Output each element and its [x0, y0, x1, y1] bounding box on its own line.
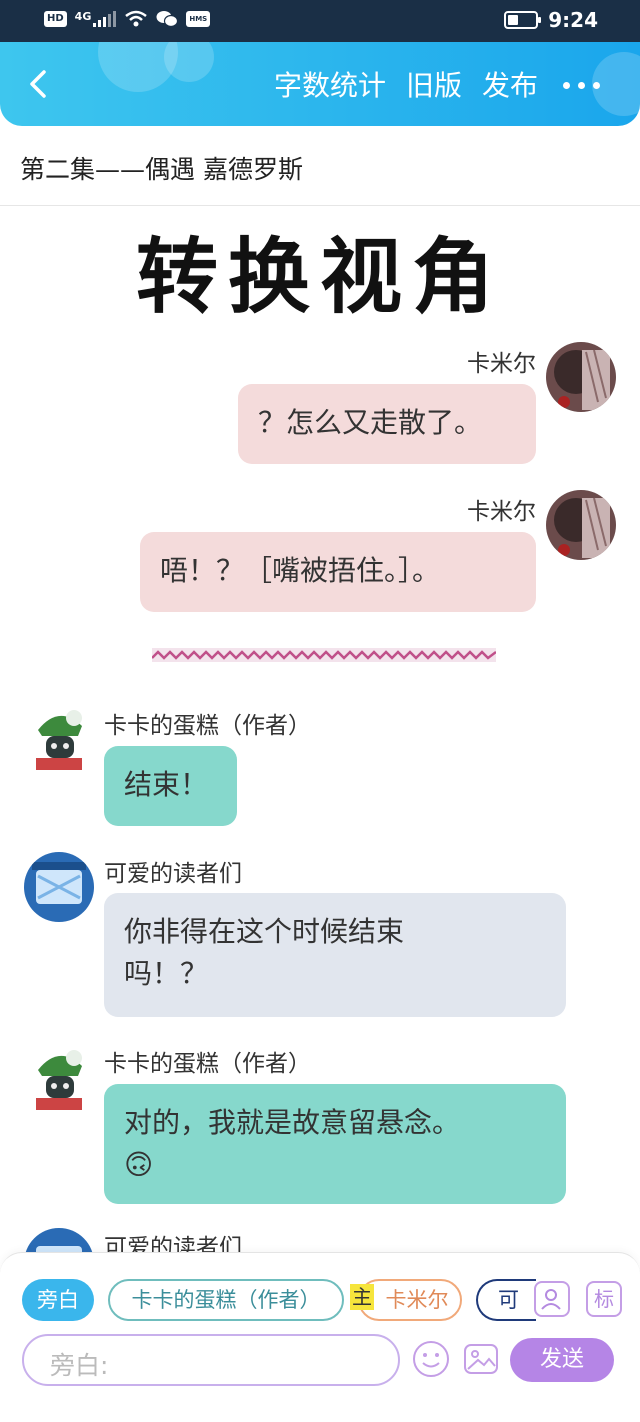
sender-name: 卡米尔 — [467, 499, 536, 525]
chapter-title: 第二集——偶遇 嘉德罗斯 — [20, 155, 303, 184]
emoji-icon[interactable] — [412, 1340, 450, 1378]
message-text: 结束！ — [124, 768, 209, 801]
wechat-icon — [156, 11, 179, 28]
sender-name: 可爱的读者们 — [104, 861, 242, 887]
more-icon[interactable] — [563, 82, 600, 89]
decorative-divider — [152, 648, 496, 662]
avatar[interactable] — [24, 1044, 94, 1114]
publish-button[interactable]: 发布 — [482, 64, 538, 104]
chapter-bar[interactable]: 第二集——偶遇 嘉德罗斯 — [0, 126, 640, 206]
message-text: ？怎么又走散了。 — [258, 406, 483, 439]
role-author[interactable]: 卡卡的蛋糕（作者） — [108, 1279, 344, 1321]
wifi-icon — [125, 10, 148, 27]
sender-name: 卡卡的蛋糕（作者） — [104, 1051, 311, 1077]
network-label: 4G — [74, 10, 92, 23]
role-narration[interactable]: 旁白 — [22, 1279, 94, 1321]
image-icon[interactable] — [462, 1340, 500, 1378]
message-bubble: 对的，我就是故意留悬念。 🙃 — [104, 1084, 566, 1204]
battery-icon — [504, 11, 542, 29]
old-version-button[interactable]: 旧版 — [406, 64, 462, 104]
label-icon[interactable]: 标 — [586, 1281, 622, 1317]
back-icon[interactable] — [22, 66, 58, 102]
message-text: 唔！？［嘴被捂住。］。 — [160, 554, 441, 587]
chapter-image-title: 转换视角 — [135, 229, 504, 325]
message-text-line: 你非得在这个时候结束 — [124, 915, 405, 948]
avatar[interactable] — [24, 704, 94, 774]
message-bubble: 唔！？［嘴被捂住。］。 — [140, 532, 536, 612]
avatar[interactable] — [546, 490, 616, 560]
main-role-tag: 主 — [350, 1284, 374, 1310]
message-text-line: 吗！？ — [124, 957, 209, 990]
send-button[interactable]: 发送 — [510, 1338, 614, 1382]
word-count-button[interactable]: 字数统计 — [274, 64, 386, 104]
message-bubble: 你非得在这个时候结束 吗！？ — [104, 893, 566, 1017]
clock: 9:24 — [548, 8, 598, 32]
hms-badge: HMS — [186, 11, 211, 27]
role-reader[interactable]: 可 — [476, 1279, 536, 1321]
message-bubble: ？怎么又走散了。 — [238, 384, 536, 464]
message-input[interactable]: 旁白: — [22, 1334, 400, 1386]
status-bar: HD 4G HMS 9:24 — [0, 0, 640, 42]
decor-bubble — [164, 42, 214, 82]
sender-name: 卡米尔 — [467, 351, 536, 377]
avatar[interactable] — [24, 852, 94, 922]
message-bubble: 结束！ — [104, 746, 237, 826]
emoji: 🙃 — [124, 1148, 154, 1181]
message-text: 对的，我就是故意留悬念。 — [124, 1106, 461, 1139]
sender-name: 卡卡的蛋糕（作者） — [104, 713, 311, 739]
hd-badge: HD — [44, 11, 67, 27]
app-header: 字数统计 旧版 发布 — [0, 42, 640, 126]
signal-icon — [93, 11, 117, 27]
add-character-icon[interactable] — [534, 1281, 570, 1317]
avatar[interactable] — [546, 342, 616, 412]
input-placeholder: 旁白: — [50, 1351, 109, 1380]
role-label: 卡米尔 — [385, 1288, 449, 1312]
